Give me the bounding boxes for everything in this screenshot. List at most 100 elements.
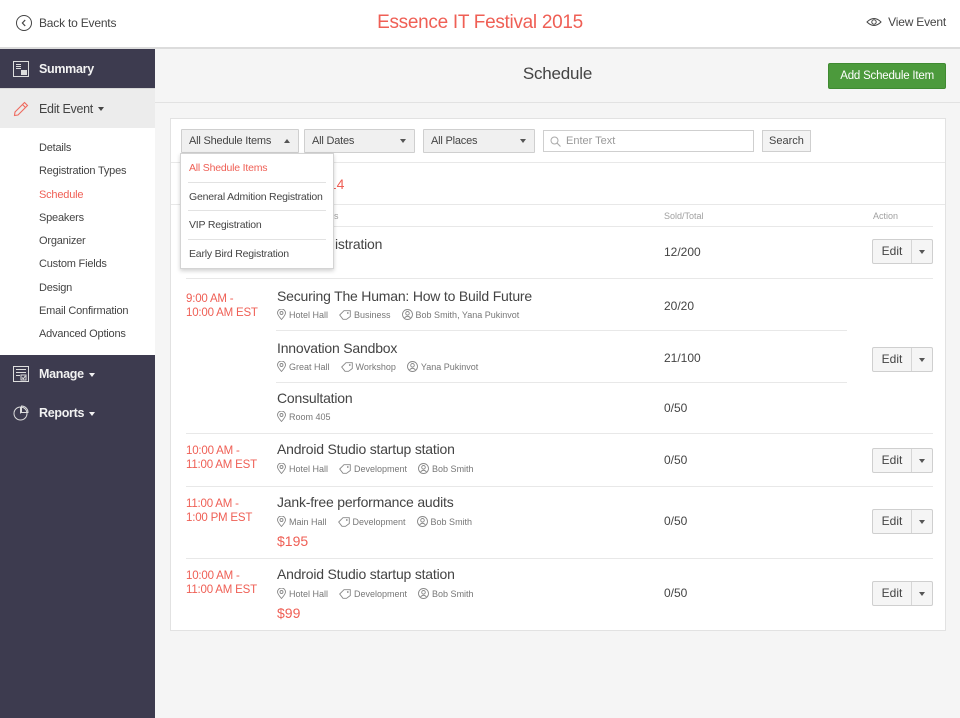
item-tag: Development	[354, 463, 408, 474]
search-button[interactable]: Search	[762, 130, 811, 152]
page-header: Schedule Add Schedule Item	[155, 49, 960, 103]
column-header-sold: Sold/Total	[664, 211, 704, 221]
item-speakers: Bob Smith	[430, 516, 473, 527]
caret-down-icon	[919, 458, 925, 463]
item-sold-total: 0/50	[664, 514, 688, 528]
view-event-link[interactable]: View Event	[866, 15, 946, 29]
search-field[interactable]	[543, 130, 754, 152]
search-input[interactable]	[566, 135, 746, 147]
schedule-items-select[interactable]: All Shedule Items	[181, 129, 299, 153]
time-end: 1:00 PM EST	[186, 512, 253, 524]
time-range: 10:00 AM - 11:00 AM EST	[186, 569, 257, 597]
places-select[interactable]: All Places	[423, 129, 535, 153]
edit-options-toggle[interactable]	[912, 582, 932, 605]
item-place: Main Hall	[289, 516, 327, 527]
item-meta: Main Hall Development Bob Smith	[277, 516, 472, 527]
sidebar-subitem-speakers[interactable]: Speakers	[0, 207, 155, 230]
item-price: $99	[277, 605, 301, 621]
location-pin-icon	[277, 516, 286, 527]
sidebar-subitem-details[interactable]: Details	[0, 137, 155, 160]
edit-button-group: Edit	[872, 239, 933, 264]
dates-select[interactable]: All Dates	[304, 129, 415, 153]
divider	[186, 433, 933, 434]
user-circle-icon	[406, 361, 418, 372]
item-place: Hotel Hall	[289, 309, 329, 320]
item-title[interactable]: Android Studio startup station	[277, 566, 455, 582]
edit-options-toggle[interactable]	[912, 348, 932, 371]
item-place: Great Hall	[289, 361, 330, 372]
add-schedule-item-button[interactable]: Add Schedule Item	[828, 63, 946, 89]
pie-chart-icon	[13, 405, 29, 421]
edit-button[interactable]: Edit	[873, 240, 912, 263]
edit-options-toggle[interactable]	[912, 449, 932, 472]
edit-event-submenu: Details Registration Types Schedule Spea…	[0, 128, 155, 355]
tag-icon	[339, 463, 351, 474]
item-title[interactable]: Android Studio startup station	[277, 441, 455, 457]
item-title[interactable]: Consultation	[277, 390, 353, 406]
time-end: 11:00 AM EST	[186, 584, 257, 596]
search-icon	[550, 136, 561, 147]
location-pin-icon	[277, 463, 286, 474]
dropdown-option[interactable]: All Shedule Items	[188, 154, 326, 183]
edit-button[interactable]: Edit	[873, 449, 912, 472]
sidebar-item-edit-event[interactable]: Edit Event	[0, 88, 155, 128]
item-meta: Great Hall Workshop Yana Pukinvot	[277, 361, 478, 372]
caret-down-icon	[89, 411, 96, 416]
sidebar-item-reports-label: Reports	[39, 406, 85, 421]
sidebar-subitem-registration-types[interactable]: Registration Types	[0, 160, 155, 183]
time-range: 9:00 AM - 10:00 AM EST	[186, 292, 258, 320]
edit-button[interactable]: Edit	[873, 510, 912, 533]
divider	[276, 330, 847, 331]
edit-options-toggle[interactable]	[912, 240, 932, 263]
dropdown-option[interactable]: VIP Registration	[188, 211, 326, 240]
sidebar-subitem-organizer[interactable]: Organizer	[0, 230, 155, 253]
item-title[interactable]: Jank-free performance audits	[277, 494, 454, 510]
item-sold-total: 0/50	[664, 586, 688, 600]
item-meta: Hotel Hall Business Bob Smith, Yana Puki…	[277, 309, 519, 320]
user-circle-icon	[416, 516, 428, 527]
checklist-icon	[13, 366, 29, 383]
item-meta: Room 405	[277, 411, 331, 422]
item-place: Hotel Hall	[289, 588, 329, 599]
sidebar-item-edit-event-label: Edit Event	[39, 101, 93, 116]
sidebar: Summary Edit Event Details Registration …	[0, 49, 155, 718]
time-range: 11:00 AM - 1:00 PM EST	[186, 497, 252, 525]
schedule-items-select-value: All Shedule Items	[189, 135, 272, 147]
edit-options-toggle[interactable]	[912, 510, 932, 533]
dropdown-option[interactable]: General Admition Registration	[188, 183, 326, 211]
sidebar-subitem-design[interactable]: Design	[0, 277, 155, 300]
sidebar-item-reports[interactable]: Reports	[0, 394, 155, 433]
sidebar-subitem-schedule[interactable]: Schedule	[0, 184, 155, 207]
sidebar-item-manage-label: Manage	[39, 367, 84, 382]
sidebar-item-manage[interactable]: Manage	[0, 355, 155, 394]
item-title[interactable]: Securing The Human: How to Build Future	[277, 288, 532, 304]
edit-button[interactable]: Edit	[873, 348, 912, 371]
time-range: 10:00 AM - 11:00 AM EST	[186, 444, 257, 472]
column-header-action: Action	[873, 211, 899, 221]
item-speakers: Yana Pukinvot	[420, 361, 479, 372]
caret-down-icon	[919, 591, 925, 596]
sidebar-subitem-custom-fields[interactable]: Custom Fields	[0, 253, 155, 276]
sidebar-subitem-advanced-options[interactable]: Advanced Options	[0, 323, 155, 346]
divider	[186, 558, 933, 559]
caret-down-icon	[919, 249, 925, 254]
item-meta: Hotel Hall Development Bob Smith	[277, 463, 474, 474]
item-place: Hotel Hall	[289, 463, 329, 474]
item-sold-total: 20/20	[664, 299, 695, 313]
dropdown-option[interactable]: Early Bird Registration	[188, 240, 326, 269]
item-sold-total: 12/200	[664, 245, 701, 259]
item-meta: Hotel Hall Development Bob Smith	[277, 588, 474, 599]
caret-down-icon	[97, 107, 104, 112]
item-tag: Business	[354, 309, 391, 320]
sidebar-item-summary[interactable]: Summary	[0, 49, 155, 88]
caret-down-icon	[88, 372, 95, 377]
divider	[186, 486, 933, 487]
item-title[interactable]: Innovation Sandbox	[277, 340, 397, 356]
sidebar-subitem-email-confirmation[interactable]: Email Confirmation	[0, 300, 155, 323]
item-title: istration	[335, 236, 383, 252]
edit-button[interactable]: Edit	[873, 582, 912, 605]
edit-button-group: Edit	[872, 509, 933, 534]
tag-icon	[340, 361, 353, 372]
column-header-title: s	[334, 211, 339, 221]
time-start: 10:00 AM -	[186, 570, 240, 582]
